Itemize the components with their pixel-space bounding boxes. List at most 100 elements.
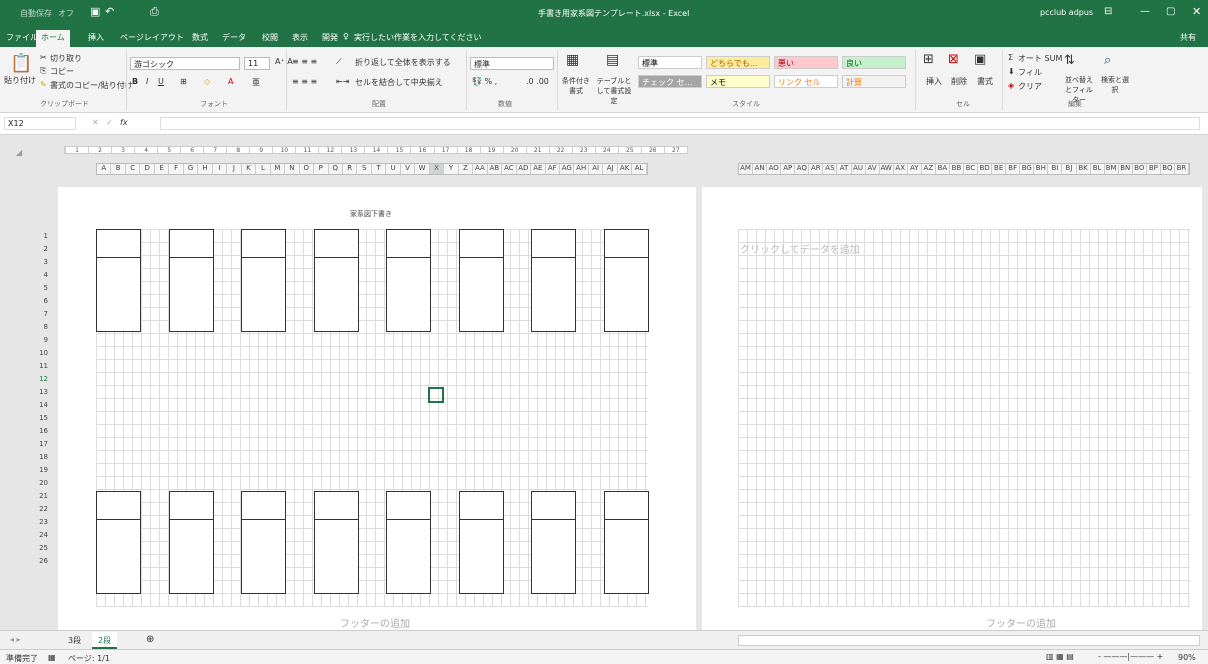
column-header[interactable]: AN	[753, 164, 768, 174]
detail-cell[interactable]	[97, 520, 140, 593]
number-format-select[interactable]: 標準	[470, 57, 554, 70]
view-buttons-icon[interactable]: ▥ ▦ ▤	[1046, 652, 1074, 661]
format-cells-icon[interactable]: ▣	[974, 52, 986, 67]
font-size-select[interactable]: 11	[244, 57, 270, 70]
currency-icon[interactable]: 💱 % ,	[472, 77, 497, 86]
column-header[interactable]: BQ	[1161, 164, 1175, 174]
column-header[interactable]: K	[242, 164, 257, 174]
detail-cell[interactable]	[460, 520, 503, 593]
scroll-tabs-icon[interactable]: ◂ ▸	[10, 635, 21, 644]
conditional-format-icon[interactable]: ▦	[566, 52, 579, 68]
row-header[interactable]: 22	[30, 505, 48, 513]
column-header[interactable]: V	[401, 164, 416, 174]
name-cell[interactable]	[242, 492, 285, 520]
row-header[interactable]: 15	[30, 414, 48, 422]
row-header[interactable]: 25	[30, 544, 48, 552]
cell-style[interactable]: リンク セル	[774, 75, 838, 88]
user-name[interactable]: pcclub adpus	[1040, 8, 1093, 17]
detail-cell[interactable]	[242, 258, 285, 331]
footer-placeholder[interactable]: フッターの追加	[340, 615, 410, 630]
italic-icon[interactable]: I	[146, 77, 148, 86]
paste-button[interactable]: 貼り付け	[4, 75, 36, 86]
column-header[interactable]: BL	[1091, 164, 1105, 174]
insert-cells-button[interactable]: 挿入	[926, 76, 942, 87]
enter-icon[interactable]: ✓	[106, 118, 113, 127]
undo-icon[interactable]: ↶	[105, 5, 114, 18]
column-header[interactable]: X	[429, 164, 445, 174]
conditional-format-button[interactable]: 条件付き書式	[560, 76, 592, 96]
column-header[interactable]: G	[184, 164, 199, 174]
column-header[interactable]: BJ	[1062, 164, 1077, 174]
column-header[interactable]: BM	[1105, 164, 1119, 174]
row-header[interactable]: 20	[30, 479, 48, 487]
person-box[interactable]	[458, 491, 504, 594]
row-header[interactable]: 11	[30, 362, 48, 370]
column-header[interactable]: B	[111, 164, 126, 174]
person-box[interactable]	[386, 229, 431, 332]
bold-icon[interactable]: B	[132, 77, 138, 86]
add-data-placeholder[interactable]: クリックしてデータを追加	[740, 241, 860, 256]
column-header[interactable]: O	[300, 164, 315, 174]
person-box[interactable]	[96, 229, 141, 332]
clear-button[interactable]: クリア	[1018, 81, 1042, 92]
column-header[interactable]: AX	[894, 164, 908, 174]
save-icon[interactable]: ▣	[90, 5, 100, 18]
name-cell[interactable]	[532, 230, 575, 258]
detail-cell[interactable]	[605, 258, 648, 331]
border-icon[interactable]: ⊞	[180, 77, 187, 86]
cell-style[interactable]: メモ	[706, 75, 770, 88]
person-box[interactable]	[313, 491, 359, 594]
column-header[interactable]: W	[415, 164, 430, 174]
column-header[interactable]: N	[285, 164, 300, 174]
wrap-text-button[interactable]: 折り返して全体を表示する	[355, 57, 451, 68]
column-header[interactable]: AQ	[795, 164, 810, 174]
person-box[interactable]	[168, 229, 214, 332]
column-header[interactable]: AJ	[603, 164, 618, 174]
person-box[interactable]	[386, 491, 431, 594]
detail-cell[interactable]	[170, 258, 213, 331]
column-header[interactable]: AZ	[922, 164, 936, 174]
cell-grid-2[interactable]	[738, 229, 1190, 607]
row-header[interactable]: 3	[30, 258, 48, 266]
cut-icon[interactable]: ✂	[40, 53, 47, 62]
row-header[interactable]: 18	[30, 453, 48, 461]
column-header[interactable]: E	[155, 164, 170, 174]
column-header[interactable]: C	[126, 164, 141, 174]
row-header[interactable]: 7	[30, 310, 48, 318]
tab-formulas[interactable]: 数式	[192, 32, 208, 43]
ribbon-display-icon[interactable]: ⊟	[1104, 6, 1112, 17]
column-header[interactable]: BR	[1175, 164, 1189, 174]
cut-button[interactable]: 切り取り	[50, 53, 82, 64]
person-box[interactable]	[603, 229, 649, 332]
copy-icon[interactable]: ⎘	[40, 66, 46, 76]
copy-button[interactable]: コピー	[50, 66, 74, 77]
row-header[interactable]: 24	[30, 531, 48, 539]
footer-placeholder-2[interactable]: フッターの追加	[986, 615, 1056, 630]
row-header[interactable]: 1	[30, 232, 48, 240]
sort-filter-icon[interactable]: ⇅	[1064, 53, 1075, 68]
column-header[interactable]: F	[169, 164, 184, 174]
column-header[interactable]: AL	[632, 164, 647, 174]
delete-cells-button[interactable]: 削除	[951, 76, 967, 87]
name-cell[interactable]	[314, 230, 358, 258]
column-headers[interactable]: A B C D E F G H I J K L M N O P Q R S T U V W X Y Z AA AB AC AD AE AF AG…	[96, 163, 648, 175]
column-header[interactable]: AK	[618, 164, 633, 174]
column-header[interactable]: AW	[880, 164, 894, 174]
row-header[interactable]: 19	[30, 466, 48, 474]
fill-button[interactable]: フィル	[1018, 67, 1042, 78]
row-header[interactable]: 4	[30, 271, 48, 279]
column-header[interactable]: H	[198, 164, 213, 174]
name-cell[interactable]	[97, 492, 140, 520]
column-header[interactable]: Z	[459, 164, 474, 174]
print-preview-icon[interactable]: ⎙	[150, 5, 159, 19]
column-header[interactable]: M	[271, 164, 286, 174]
delete-cells-icon[interactable]: ⊠	[948, 52, 959, 67]
column-header[interactable]: BF	[1006, 164, 1021, 174]
column-header[interactable]: Q	[329, 164, 343, 174]
column-headers-2[interactable]: AM AN AO AP AQ AR AS AT AU AV AW AX AY AZ BA BB BC BD BE BF…	[738, 163, 1190, 175]
column-header[interactable]: AM	[739, 164, 754, 174]
zoom-level[interactable]: 90%	[1178, 653, 1196, 662]
row-header[interactable]: 16	[30, 427, 48, 435]
name-cell[interactable]	[242, 230, 285, 258]
detail-cell[interactable]	[387, 258, 430, 331]
